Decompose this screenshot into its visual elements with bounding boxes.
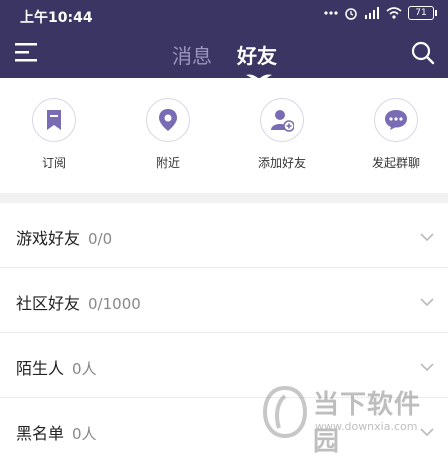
menu-icon[interactable] xyxy=(14,40,40,64)
group-count: 0人 xyxy=(72,360,97,378)
group-count: 0/1000 xyxy=(88,295,141,313)
active-tab-wings-icon xyxy=(245,68,273,81)
group-name: 社区好友 xyxy=(16,294,81,313)
alarm-icon xyxy=(344,6,358,20)
chevron-down-icon[interactable] xyxy=(420,227,434,242)
action-subscribe[interactable]: 订阅 xyxy=(9,98,99,171)
chevron-down-icon[interactable] xyxy=(420,357,434,372)
action-add-friend-label: 添加好友 xyxy=(257,156,306,170)
status-bar: 上午10:44 71 xyxy=(0,0,448,30)
search-icon[interactable] xyxy=(410,40,436,66)
action-group-chat-label: 发起群聊 xyxy=(371,156,420,170)
nav-bar: 消息 好友 xyxy=(0,30,448,81)
signal-icon xyxy=(364,7,380,19)
group-count: 0/0 xyxy=(88,230,113,248)
group-name: 游戏好友 xyxy=(16,229,81,248)
add-user-icon xyxy=(260,98,304,142)
bookmark-icon xyxy=(32,98,76,142)
quick-actions: 订阅 附近 添加好友 发起群聊 xyxy=(0,78,448,193)
status-time: 上午10:44 xyxy=(20,10,93,26)
tab-friends[interactable]: 好友 xyxy=(237,40,277,69)
group-game-friends[interactable]: 游戏好友 0/0 xyxy=(0,203,448,268)
tab-messages[interactable]: 消息 xyxy=(172,40,212,69)
action-nearby-label: 附近 xyxy=(155,156,180,170)
action-add-friend[interactable]: 添加好友 xyxy=(237,98,327,171)
chat-bubble-icon xyxy=(374,98,418,142)
location-pin-icon xyxy=(146,98,190,142)
group-name: 陌生人 xyxy=(16,359,65,378)
battery-indicator: 71 xyxy=(408,6,437,20)
status-icons: 71 xyxy=(324,6,437,20)
more-dots-icon xyxy=(324,11,338,15)
watermark-url: www.downxia.com xyxy=(315,420,418,433)
watermark: 当下软件园 www.downxia.com xyxy=(262,380,443,457)
chevron-down-icon[interactable] xyxy=(420,292,434,307)
group-name: 黑名单 xyxy=(16,424,65,443)
wifi-icon xyxy=(386,7,402,19)
action-group-chat[interactable]: 发起群聊 xyxy=(351,98,441,171)
watermark-logo-icon xyxy=(262,385,308,439)
action-subscribe-label: 订阅 xyxy=(41,156,66,170)
action-nearby[interactable]: 附近 xyxy=(123,98,213,171)
app-header: 上午10:44 71 消息 好友 xyxy=(0,0,448,81)
group-community-friends[interactable]: 社区好友 0/1000 xyxy=(0,268,448,333)
group-count: 0人 xyxy=(72,425,97,443)
section-divider xyxy=(0,193,448,203)
